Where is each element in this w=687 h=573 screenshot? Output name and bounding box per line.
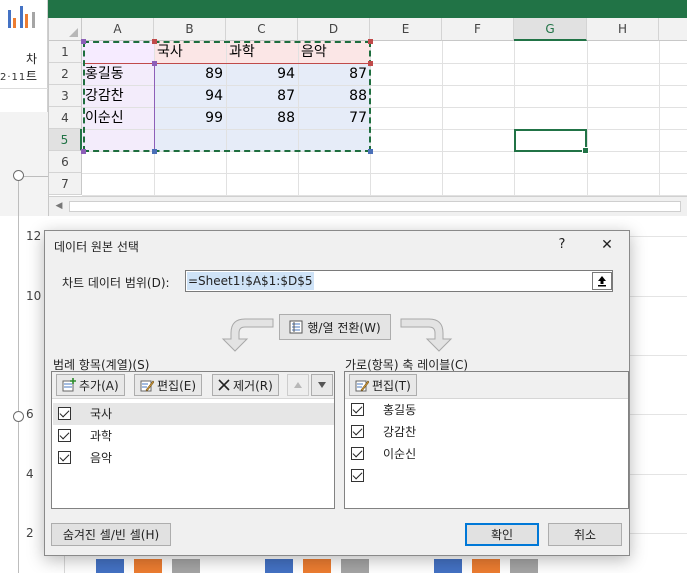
column-header-d[interactable]: D bbox=[298, 18, 370, 41]
chart-axis-label: 2 bbox=[26, 526, 34, 540]
axis-labels-panel: 편집(T) 홍길동 강감찬 이순신 bbox=[344, 371, 629, 509]
axis-item-강감찬[interactable]: 강감찬 bbox=[346, 421, 628, 443]
edit-series-button[interactable]: 편집(E) bbox=[134, 374, 203, 396]
chart-axis-label: 10 bbox=[26, 289, 42, 303]
chart-bar bbox=[510, 559, 538, 573]
legend-item-과학[interactable]: 과학 bbox=[53, 425, 334, 447]
checkbox-checked-icon[interactable] bbox=[351, 403, 364, 416]
edit-axis-labels-button[interactable]: 편집(T) bbox=[349, 374, 417, 396]
edit-series-icon bbox=[140, 380, 154, 392]
move-down-button[interactable] bbox=[311, 374, 333, 396]
checkbox-checked-icon[interactable] bbox=[58, 429, 71, 442]
chart-bar bbox=[134, 559, 162, 573]
row-header-4[interactable]: 4 bbox=[49, 107, 82, 129]
chart-bar bbox=[96, 559, 124, 573]
dialog-title: 데이터 원본 선택 bbox=[54, 240, 139, 254]
axis-toolbar: 편집(T) bbox=[345, 372, 628, 399]
ok-button[interactable]: 확인 bbox=[465, 523, 539, 546]
collapse-arrow-icon bbox=[598, 276, 606, 287]
column-header-b[interactable]: B bbox=[154, 18, 226, 41]
column-header-h[interactable]: H bbox=[587, 18, 659, 41]
active-cell-g5[interactable] bbox=[514, 129, 589, 154]
remove-series-label: 제거(R) bbox=[233, 378, 273, 393]
select-data-source-dialog: 데이터 원본 선택 ? ✕ 차트 데이터 범위(D): =Sheet1!$A$1… bbox=[44, 230, 630, 556]
legend-toolbar: 추가(A) 편집(E) 제거(R) bbox=[52, 372, 334, 399]
ribbon-font-size: 2·11· bbox=[0, 72, 31, 83]
row-header-2[interactable]: 2 bbox=[49, 63, 82, 85]
data-range-marquee bbox=[83, 41, 371, 152]
scroll-left-icon[interactable]: ◀ bbox=[53, 200, 65, 213]
add-series-label: 추가(A) bbox=[79, 378, 119, 393]
edit-axis-labels-icon bbox=[355, 380, 369, 392]
chart-axis-label: 4 bbox=[26, 467, 34, 481]
edit-axis-labels-label: 편집(T) bbox=[372, 378, 411, 393]
row-header-1[interactable]: 1 bbox=[49, 41, 82, 63]
axis-item-label: 강감찬 bbox=[383, 425, 417, 439]
move-down-icon bbox=[318, 382, 326, 388]
hidden-empty-cells-button[interactable]: 숨겨진 셀/빈 셀(H) bbox=[51, 523, 171, 546]
add-series-icon bbox=[62, 378, 76, 392]
legend-item-label: 음악 bbox=[90, 451, 113, 465]
axis-item-label: 이순신 bbox=[383, 447, 417, 461]
axis-item-이순신[interactable]: 이순신 bbox=[346, 443, 628, 465]
chart-bar bbox=[341, 559, 369, 573]
checkbox-checked-icon[interactable] bbox=[351, 425, 364, 438]
checkbox-checked-icon[interactable] bbox=[58, 451, 71, 464]
close-button[interactable]: ✕ bbox=[595, 235, 619, 255]
chart-data-range-value: =Sheet1!$A$1:$D$5 bbox=[187, 272, 314, 290]
ribbon-fragment: 차트 2·11· bbox=[0, 0, 48, 112]
cancel-button[interactable]: 취소 bbox=[548, 523, 622, 546]
chart-axis-label: 12 bbox=[26, 229, 42, 243]
column-header-e[interactable]: E bbox=[370, 18, 442, 41]
column-header-c[interactable]: C bbox=[226, 18, 298, 41]
switch-row-column-button[interactable]: 행/열 전환(W) bbox=[279, 314, 391, 340]
row-header-7[interactable]: 7 bbox=[49, 173, 82, 195]
row-header-3[interactable]: 3 bbox=[49, 85, 82, 107]
column-header-g[interactable]: G bbox=[514, 18, 587, 41]
arrow-down-right-icon bbox=[400, 318, 453, 352]
axis-item-empty[interactable] bbox=[346, 465, 628, 487]
legend-item-label: 과학 bbox=[90, 429, 113, 443]
legend-item-음악[interactable]: 음악 bbox=[53, 447, 334, 469]
chart-bar bbox=[172, 559, 200, 573]
chart-thumbnail-icon bbox=[4, 2, 44, 28]
select-all-corner[interactable] bbox=[49, 18, 82, 41]
row-header-5[interactable]: 5 bbox=[49, 129, 82, 151]
chart-data-range-label: 차트 데이터 범위(D): bbox=[62, 276, 170, 290]
checkbox-checked-icon[interactable] bbox=[351, 447, 364, 460]
horizontal-scrollbar[interactable]: ◀ bbox=[49, 196, 687, 216]
axis-item-label: 홍길동 bbox=[383, 403, 417, 417]
move-up-icon bbox=[294, 382, 302, 388]
legend-item-국사[interactable]: 국사 bbox=[53, 403, 334, 425]
add-series-button[interactable]: 추가(A) bbox=[56, 374, 125, 396]
axis-item-홍길동[interactable]: 홍길동 bbox=[346, 399, 628, 421]
help-button[interactable]: ? bbox=[552, 235, 572, 255]
remove-series-icon bbox=[218, 379, 230, 391]
column-header-a[interactable]: A bbox=[82, 18, 154, 41]
chart-axis-label: 6 bbox=[26, 407, 34, 421]
chart-bar bbox=[472, 559, 500, 573]
edit-series-label: 편집(E) bbox=[157, 378, 197, 393]
switch-row-column-label: 행/열 전환(W) bbox=[307, 320, 381, 335]
chart-bar bbox=[265, 559, 293, 573]
column-header-f[interactable]: F bbox=[442, 18, 514, 41]
legend-item-label: 국사 bbox=[90, 407, 113, 421]
checkbox-checked-icon[interactable] bbox=[351, 469, 364, 482]
collapse-dialog-button[interactable] bbox=[592, 272, 612, 290]
chart-bar bbox=[434, 559, 462, 573]
chart-frame bbox=[18, 176, 19, 573]
move-up-button[interactable] bbox=[287, 374, 309, 396]
resize-handle-icon[interactable] bbox=[13, 170, 24, 181]
chart-bar bbox=[303, 559, 331, 573]
remove-series-button[interactable]: 제거(R) bbox=[212, 374, 279, 396]
worksheet-grid[interactable]: A B C D E F G H 1 2 3 4 5 6 7 국사 과학 음악 홍… bbox=[48, 18, 687, 216]
switch-row-column-icon bbox=[289, 320, 303, 334]
excel-titlebar bbox=[48, 0, 687, 18]
arrow-down-left-icon bbox=[221, 318, 274, 352]
checkbox-checked-icon[interactable] bbox=[58, 407, 71, 420]
resize-handle-icon[interactable] bbox=[13, 411, 24, 422]
row-header-6[interactable]: 6 bbox=[49, 151, 82, 173]
scrollbar-thumb[interactable] bbox=[69, 201, 681, 212]
legend-entries-panel: 추가(A) 편집(E) 제거(R) 국사 과학 음악 bbox=[51, 371, 335, 509]
